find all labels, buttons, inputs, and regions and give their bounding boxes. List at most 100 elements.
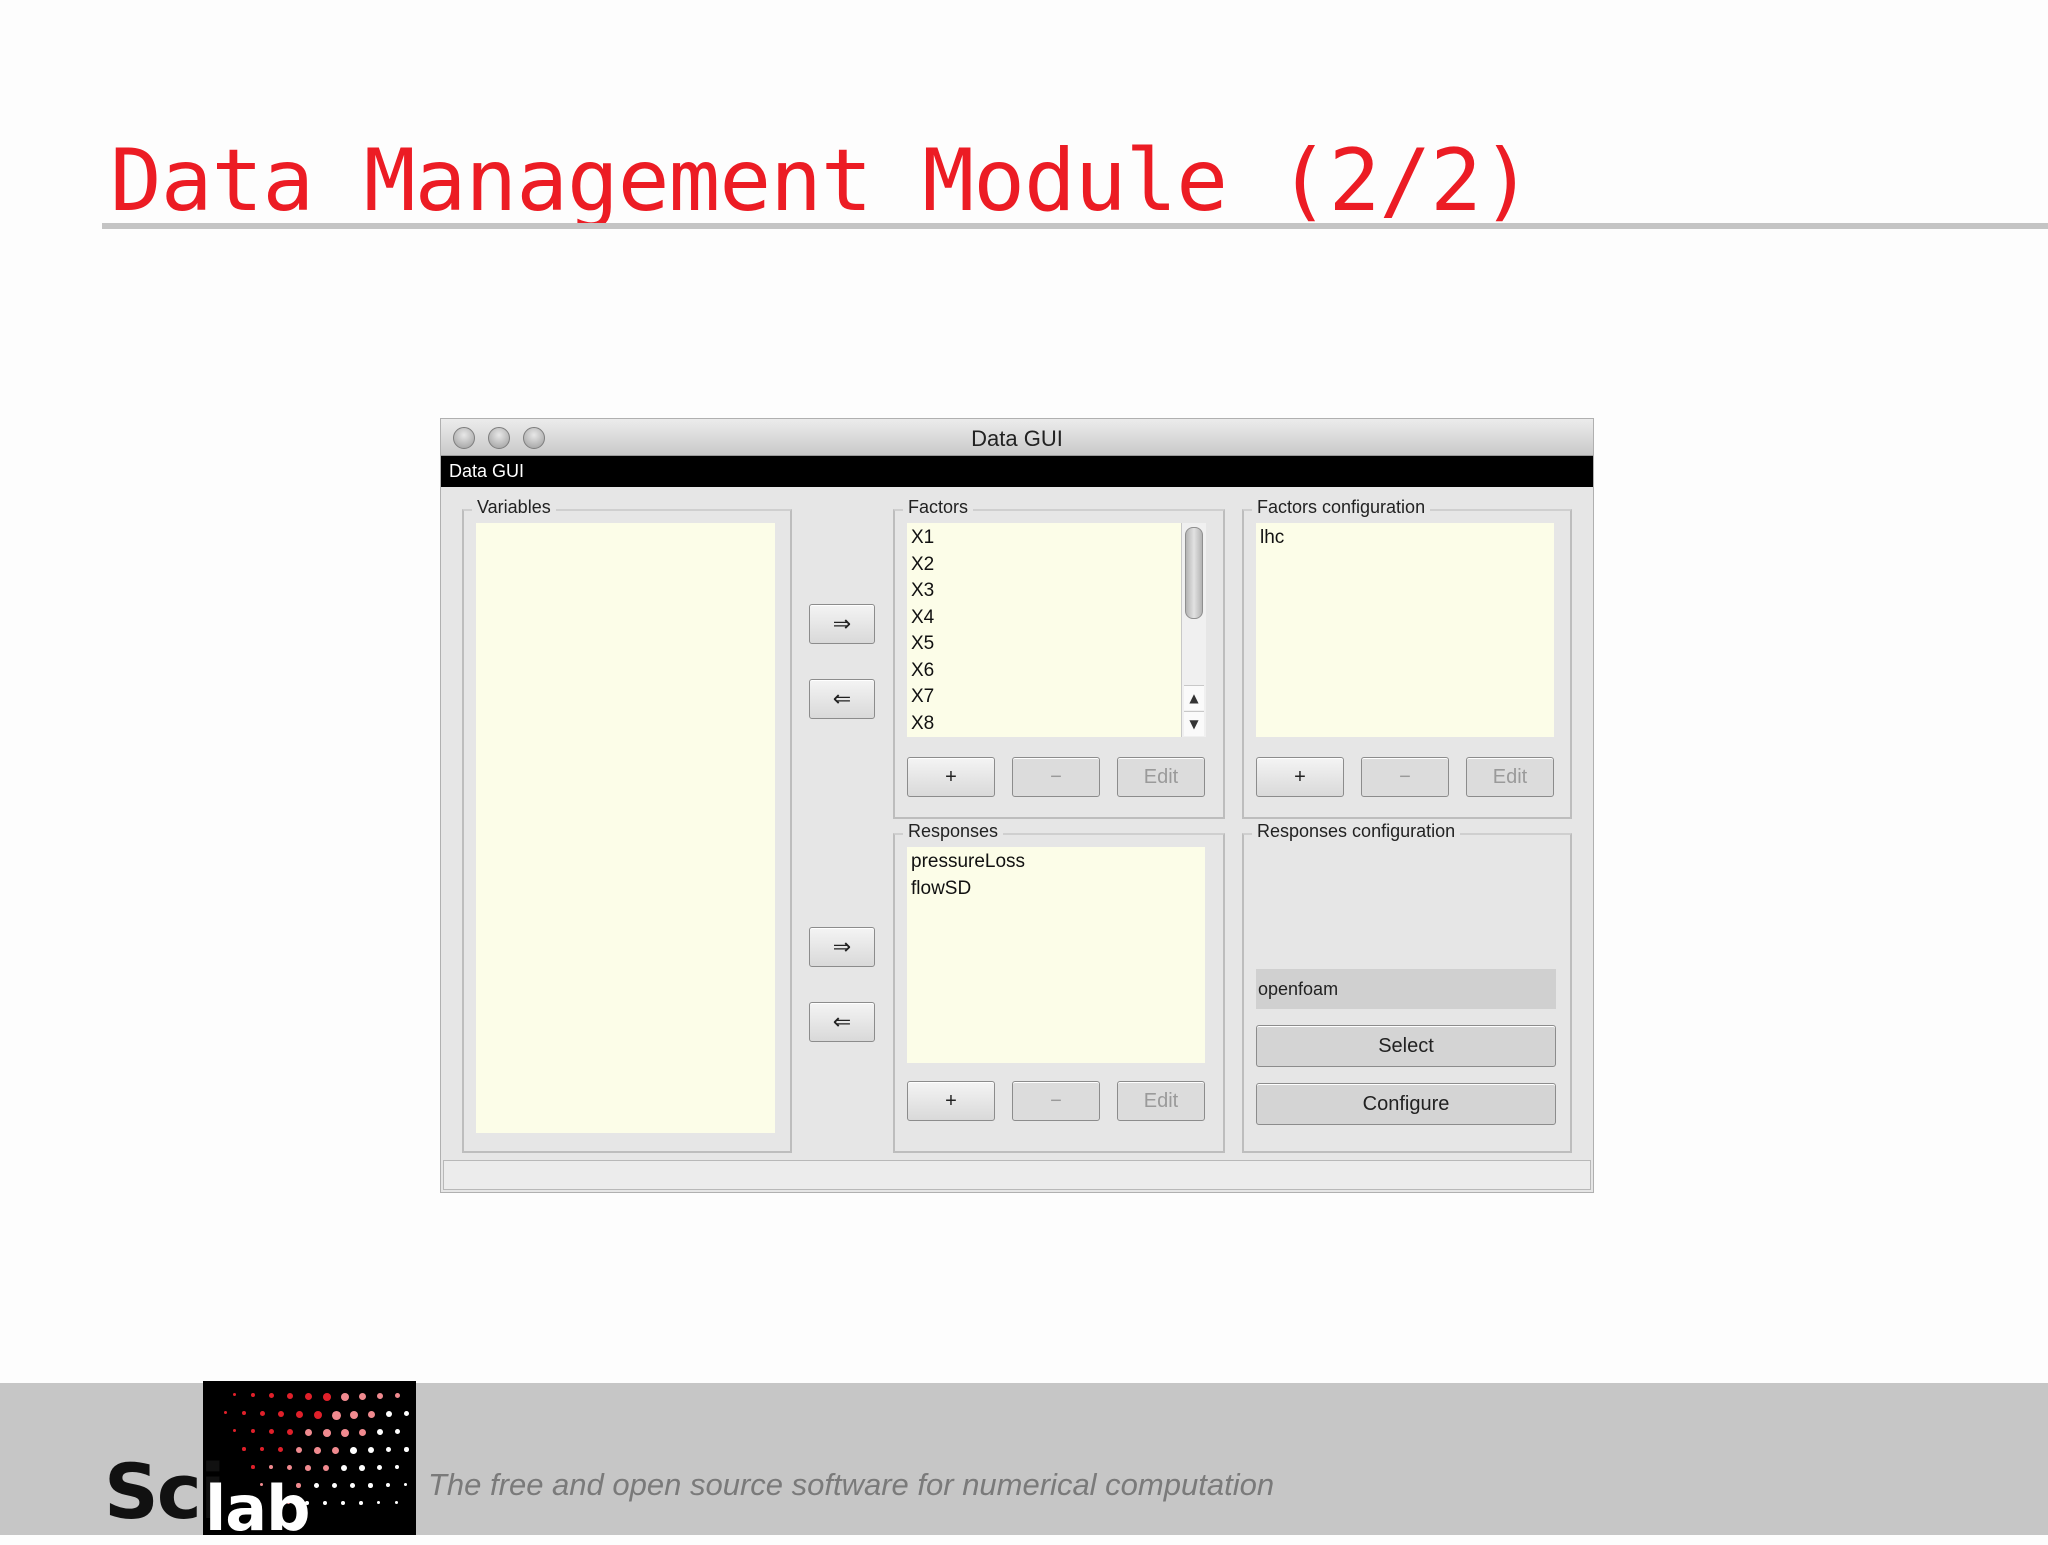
logo-dot <box>386 1411 393 1418</box>
logo-dot <box>323 1501 327 1505</box>
scroll-up-icon[interactable]: ▲ <box>1184 685 1204 710</box>
list-item[interactable]: X5 <box>911 634 934 653</box>
logo-dot <box>377 1501 381 1505</box>
remove-response-button[interactable]: − <box>1012 1081 1100 1121</box>
data-gui-window: Data GUI Data GUI Variables ⇒ ⇐ ⇒ ⇐ Fact… <box>440 418 1594 1193</box>
scrollbar-thumb[interactable] <box>1185 527 1203 619</box>
logo-dot <box>350 1447 357 1454</box>
configure-button[interactable]: Configure <box>1256 1083 1556 1125</box>
slide-title: Data Management Module (2/2) <box>110 131 1533 231</box>
factors-configuration-legend: Factors configuration <box>1252 497 1431 518</box>
list-item[interactable]: X2 <box>911 555 934 574</box>
select-button[interactable]: Select <box>1256 1025 1556 1067</box>
edit-factor-configuration-button[interactable]: Edit <box>1466 757 1554 797</box>
logo-dot <box>404 1447 409 1452</box>
logo-dot <box>314 1483 319 1488</box>
logo-dot <box>359 1429 367 1437</box>
list-item[interactable]: X1 <box>911 528 934 547</box>
logo-dot <box>377 1393 384 1400</box>
logo-dot <box>386 1483 391 1488</box>
logo-dot <box>341 1429 349 1437</box>
responses-configuration-group: Responses configuration openfoam Select … <box>1242 821 1572 1153</box>
logo-dot <box>359 1501 363 1505</box>
factors-group: Factors X1 X2 X3 X4 X5 X6 X7 X8 ▲ ▼ + − … <box>893 497 1225 819</box>
list-item[interactable]: X8 <box>911 714 934 733</box>
logo-dot <box>296 1447 303 1454</box>
logo-dot <box>332 1483 337 1488</box>
logo-dot <box>287 1393 294 1400</box>
logo-dot <box>341 1393 349 1401</box>
add-factor-button[interactable]: + <box>907 757 995 797</box>
logo-dot <box>350 1483 355 1488</box>
responses-legend: Responses <box>903 821 1004 842</box>
window-title: Data GUI <box>971 426 1063 451</box>
logo-dot <box>350 1411 359 1420</box>
logo-dot <box>233 1429 237 1433</box>
add-factor-arrow-button[interactable]: ⇒ <box>809 604 875 644</box>
factors-configuration-list[interactable]: lhc <box>1256 523 1554 737</box>
logo-dot <box>323 1429 331 1437</box>
add-factor-configuration-button[interactable]: + <box>1256 757 1344 797</box>
factors-legend: Factors <box>903 497 974 518</box>
edit-response-button[interactable]: Edit <box>1117 1081 1205 1121</box>
logo-dot <box>224 1411 227 1414</box>
logo-dot <box>377 1429 384 1436</box>
add-response-arrow-button[interactable]: ⇒ <box>809 927 875 967</box>
logo-dot <box>251 1429 256 1434</box>
solver-field[interactable]: openfoam <box>1256 969 1556 1009</box>
logo-dot <box>341 1501 345 1505</box>
logo-dot <box>395 1465 400 1470</box>
list-item[interactable]: X4 <box>911 608 934 627</box>
edit-factor-button[interactable]: Edit <box>1117 757 1205 797</box>
responses-group: Responses pressureLoss flowSD + − Edit <box>893 821 1225 1153</box>
menu-item-data-gui[interactable]: Data GUI <box>449 461 524 482</box>
add-response-button[interactable]: + <box>907 1081 995 1121</box>
logo-dot <box>386 1447 392 1453</box>
logo-dot <box>332 1411 341 1420</box>
list-item[interactable]: X3 <box>911 581 934 600</box>
logo-dot <box>305 1429 313 1437</box>
logo-dot <box>368 1411 376 1419</box>
list-item[interactable]: flowSD <box>911 879 971 898</box>
logo-dot <box>404 1483 408 1487</box>
logo-dot <box>287 1429 294 1436</box>
logo-dot <box>278 1447 284 1453</box>
variables-list[interactable] <box>476 523 775 1133</box>
remove-factor-button[interactable]: − <box>1012 757 1100 797</box>
logo-dot <box>260 1411 265 1416</box>
window-titlebar: Data GUI <box>441 419 1593 456</box>
logo-dot <box>251 1393 256 1398</box>
logo-dot <box>359 1393 367 1401</box>
list-item[interactable]: pressureLoss <box>911 852 1025 871</box>
logo-dot <box>251 1465 255 1469</box>
remove-response-arrow-button[interactable]: ⇐ <box>809 1002 875 1042</box>
logo-dot <box>269 1429 275 1435</box>
menu-bar: Data GUI <box>441 456 1593 487</box>
logo-dot <box>242 1411 246 1415</box>
scroll-down-icon[interactable]: ▼ <box>1184 711 1204 736</box>
factors-list[interactable]: X1 X2 X3 X4 X5 X6 X7 X8 ▲ ▼ <box>907 523 1206 737</box>
responses-list[interactable]: pressureLoss flowSD <box>907 847 1205 1063</box>
logo-dot <box>269 1393 275 1399</box>
remove-factor-arrow-button[interactable]: ⇐ <box>809 679 875 719</box>
list-item[interactable]: X7 <box>911 687 934 706</box>
footer-tagline: The free and open source software for nu… <box>428 1467 1275 1502</box>
responses-configuration-legend: Responses configuration <box>1252 821 1461 842</box>
list-item[interactable]: lhc <box>1260 528 1284 547</box>
remove-factor-configuration-button[interactable]: − <box>1361 757 1449 797</box>
logo-dot <box>395 1429 401 1435</box>
logo-dot <box>323 1465 329 1471</box>
factors-scrollbar[interactable]: ▲ ▼ <box>1181 523 1206 737</box>
logo-dot <box>341 1465 347 1471</box>
logo-dot <box>287 1465 293 1471</box>
status-bar <box>443 1160 1591 1190</box>
logo-text-lab: lab <box>205 1472 310 1545</box>
list-item[interactable]: X6 <box>911 661 934 680</box>
variables-legend: Variables <box>472 497 556 518</box>
logo-dot <box>368 1447 375 1454</box>
logo-dot <box>314 1447 321 1454</box>
logo-dot <box>305 1465 311 1471</box>
logo-dot <box>377 1465 383 1471</box>
logo-dot <box>260 1447 265 1452</box>
factors-configuration-group: Factors configuration lhc + − Edit <box>1242 497 1572 819</box>
